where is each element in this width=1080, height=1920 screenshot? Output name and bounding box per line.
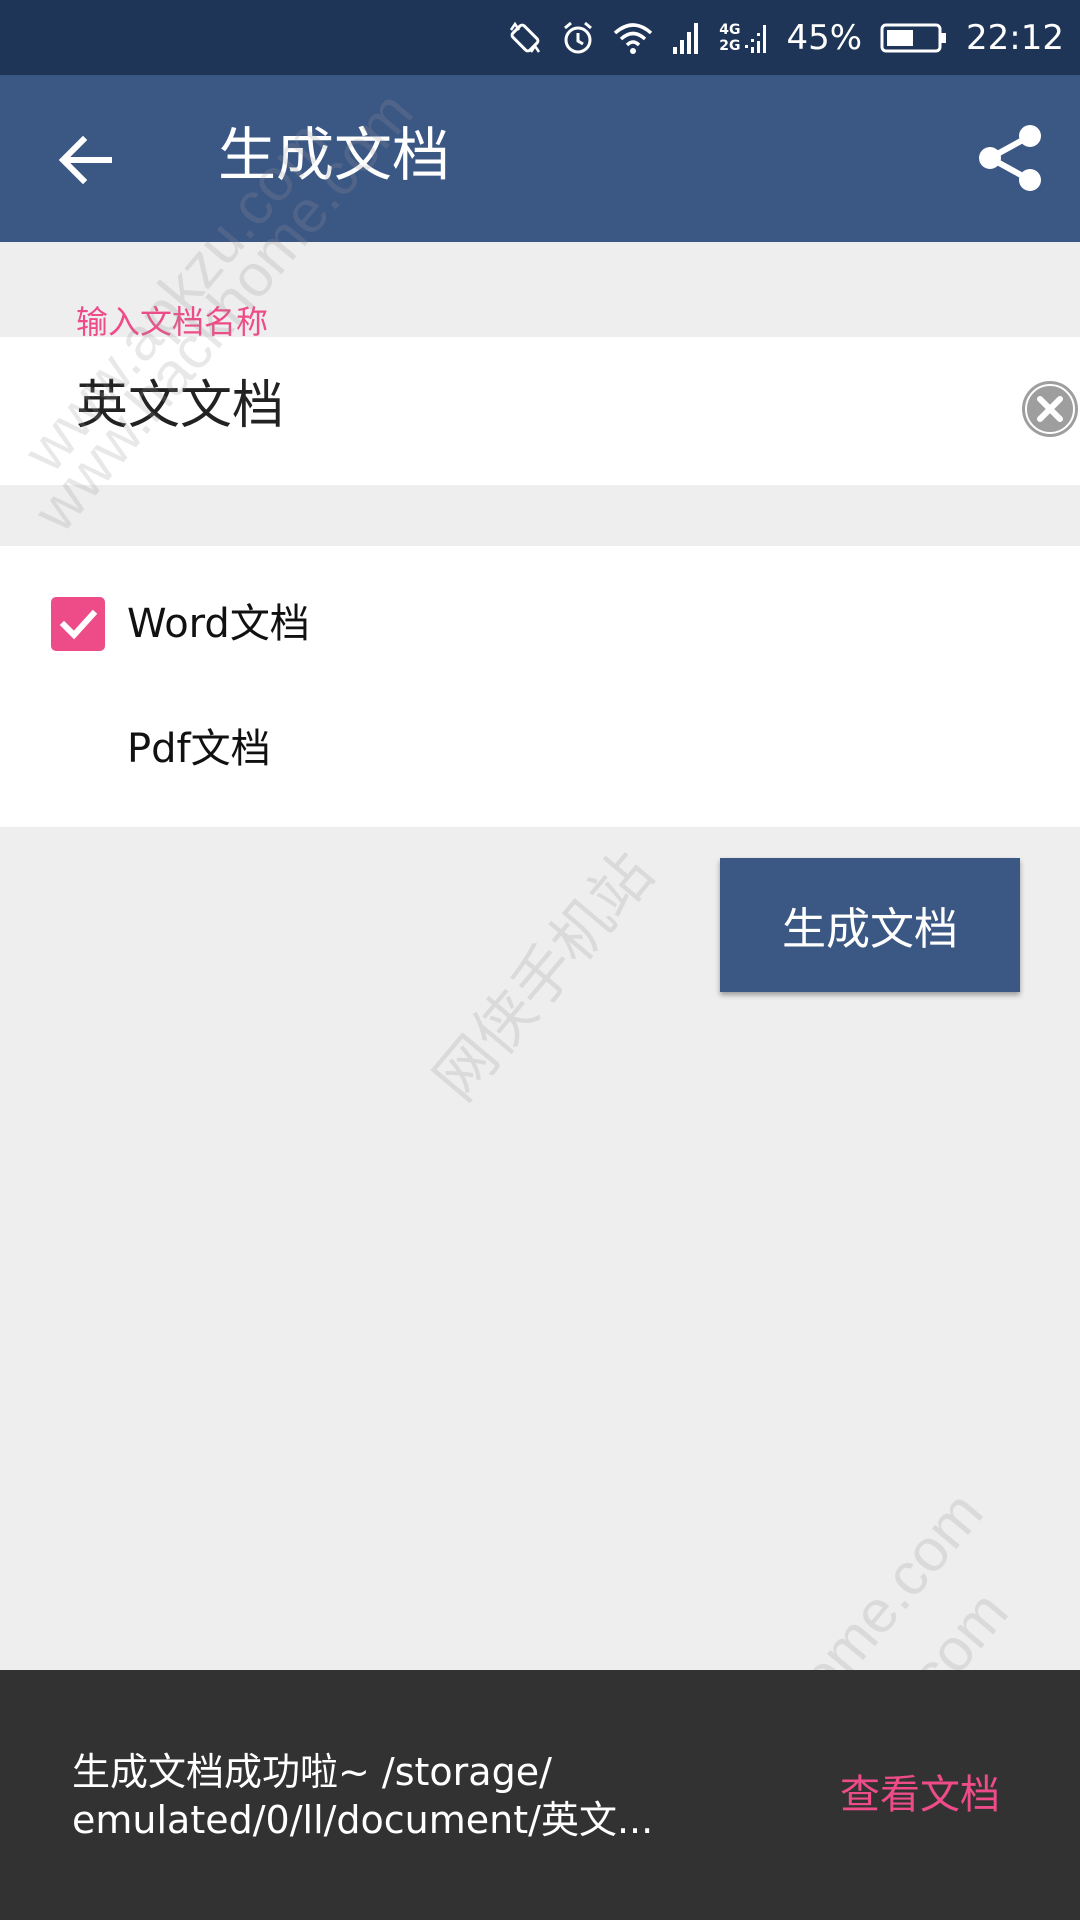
signal-icon-2 (744, 21, 768, 55)
alarm-icon (561, 20, 595, 56)
option-pdf[interactable]: Pdf文档 (0, 672, 1080, 782)
network-type: 4G 2G (719, 21, 768, 55)
share-icon (979, 125, 1041, 191)
generate-document-button[interactable]: 生成文档 (720, 858, 1020, 992)
clear-circle-icon (1022, 381, 1078, 437)
word-option-label: Word文档 (127, 601, 310, 647)
view-document-button[interactable]: 查看文档 (840, 1770, 1000, 1820)
battery-percent: 45% (786, 17, 863, 58)
word-checkbox[interactable] (51, 597, 105, 651)
back-button[interactable] (50, 125, 120, 195)
status-bar: 4G 2G 45% 22:12 (0, 0, 1080, 75)
screen: 4G 2G 45% 22:12 生成文档 输入文档名称 英文文档 Word文档 … (0, 0, 1080, 1920)
clear-button[interactable] (1020, 379, 1080, 439)
option-word[interactable]: Word文档 (0, 546, 1080, 656)
document-name-field (0, 337, 1080, 485)
watermark-3: 网侠手机站 (421, 839, 666, 1113)
page-title: 生成文档 (218, 121, 451, 189)
signal-icon (671, 21, 701, 55)
app-bar: 生成文档 (0, 75, 1080, 242)
document-name-label: 输入文档名称 (76, 303, 269, 341)
snackbar-message: 生成文档成功啦~ /storage/ emulated/0/ll/documen… (72, 1750, 654, 1842)
checkmark-icon (59, 609, 98, 640)
pdf-checkbox[interactable] (51, 723, 105, 777)
battery-icon (880, 22, 948, 54)
snackbar: 生成文档成功啦~ /storage/ emulated/0/ll/documen… (0, 1670, 1080, 1920)
network-type-top: 4G (719, 21, 741, 38)
format-options: Word文档 Pdf文档 (0, 546, 1080, 827)
pdf-option-label: Pdf文档 (127, 726, 271, 772)
share-button[interactable] (970, 118, 1050, 198)
document-name-input[interactable] (76, 363, 976, 437)
network-type-bottom: 2G (719, 37, 741, 54)
rotate-icon (507, 20, 543, 56)
wifi-icon (613, 21, 653, 55)
arrow-left-icon (58, 135, 112, 185)
clock: 22:12 (966, 17, 1064, 58)
